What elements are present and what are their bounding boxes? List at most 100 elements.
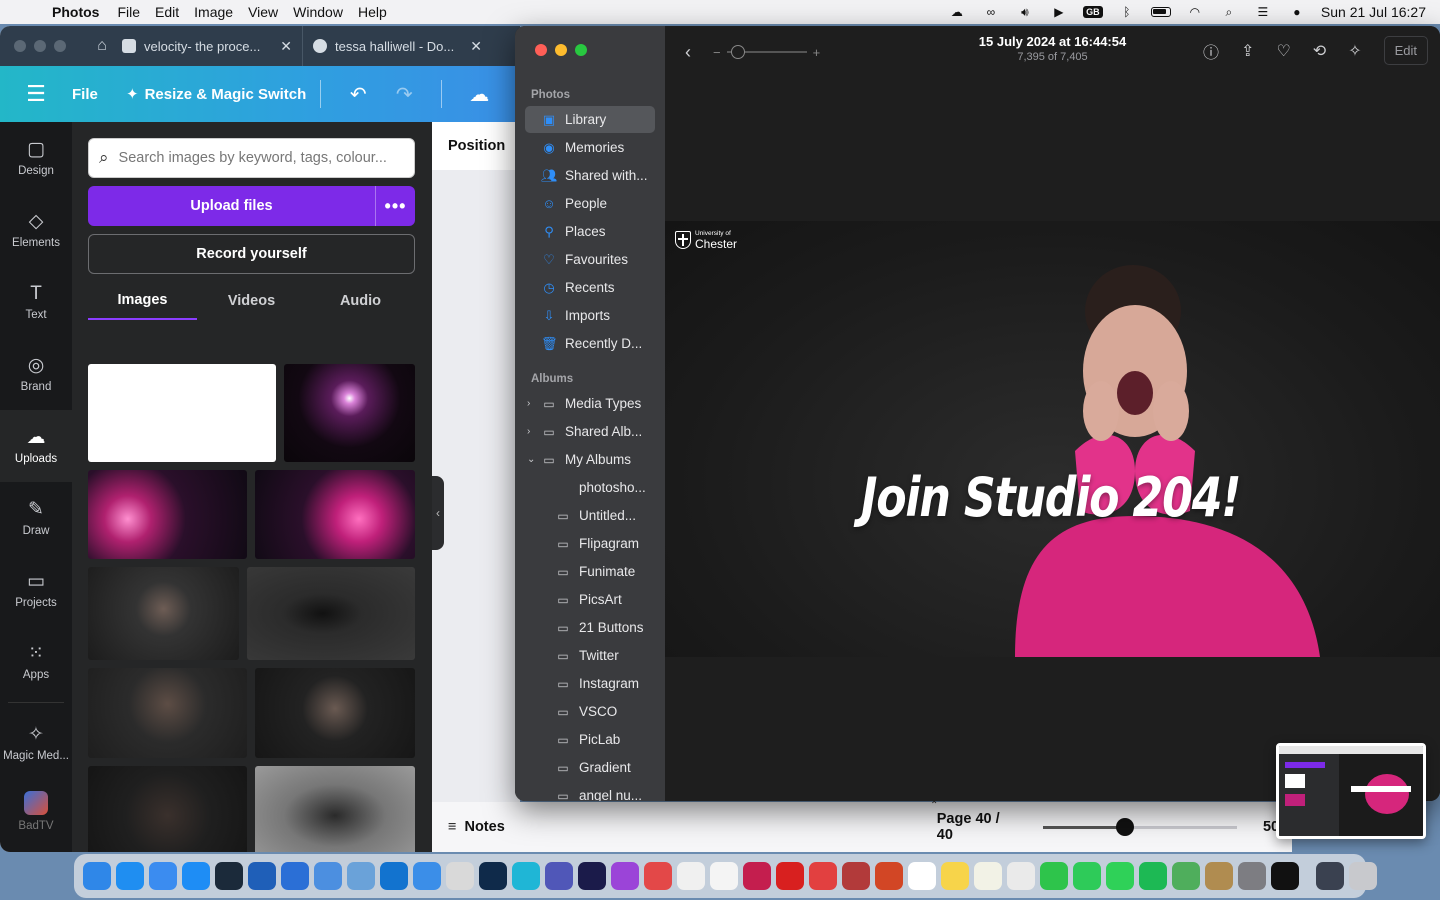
- maps-icon[interactable]: [1171, 862, 1200, 890]
- redo-icon[interactable]: ↷: [381, 82, 427, 107]
- album-item[interactable]: ▭ VSCO: [525, 698, 655, 725]
- vpn-icon[interactable]: [412, 862, 441, 890]
- files-icon[interactable]: [313, 862, 342, 890]
- album-item[interactable]: ▭ angel nu...: [525, 782, 655, 801]
- edit-button[interactable]: Edit: [1383, 36, 1428, 65]
- acrobat-icon[interactable]: [775, 862, 804, 890]
- creative-cloud-icon[interactable]: [643, 862, 672, 890]
- icloud-icon[interactable]: ☁: [947, 4, 967, 20]
- upload-thumbnail[interactable]: [284, 364, 415, 462]
- undo-icon[interactable]: ↶: [335, 82, 381, 107]
- canva-icon[interactable]: [511, 862, 540, 890]
- tab-videos[interactable]: Videos: [197, 282, 306, 320]
- word-icon[interactable]: [247, 862, 276, 890]
- rail-apps[interactable]: ⁙ Apps: [0, 626, 72, 698]
- app-store-icon[interactable]: [181, 862, 210, 890]
- cloud-save-icon[interactable]: ☁: [456, 82, 502, 107]
- capcut-icon[interactable]: [1270, 862, 1299, 890]
- menu-image[interactable]: Image: [194, 4, 248, 20]
- notes-icon[interactable]: [940, 862, 969, 890]
- menu-view[interactable]: View: [248, 4, 293, 20]
- calendar-icon[interactable]: [907, 862, 936, 890]
- pencil-app-icon[interactable]: [445, 862, 474, 890]
- rail-draw[interactable]: ✎ Draw: [0, 482, 72, 554]
- collapse-panel-icon[interactable]: ‹: [432, 476, 444, 550]
- outlook-icon[interactable]: [379, 862, 408, 890]
- battery-icon[interactable]: [1150, 4, 1171, 20]
- photo-image[interactable]: University of Chester Join Studio 204!: [665, 221, 1440, 657]
- window-minimize-button[interactable]: [34, 40, 46, 52]
- main-menu-icon[interactable]: ☰: [0, 81, 72, 107]
- album-item[interactable]: ▭ Funimate: [525, 558, 655, 585]
- album-item[interactable]: ▭ 21 Buttons: [525, 614, 655, 641]
- bluetooth-icon[interactable]: ᛒ: [1117, 4, 1137, 20]
- indesign-icon[interactable]: [742, 862, 771, 890]
- rail-brand[interactable]: ◎ Brand: [0, 338, 72, 410]
- podcasts-icon[interactable]: [610, 862, 639, 890]
- upload-thumbnail[interactable]: [88, 470, 247, 559]
- info-icon[interactable]: ⓘ: [1203, 39, 1219, 63]
- album-item[interactable]: ▭ Untitled...: [525, 502, 655, 529]
- sidebar-item-recently-deleted[interactable]: 🗑︎ Recently D...: [525, 330, 655, 357]
- album-item[interactable]: ▭ Flipagram: [525, 530, 655, 557]
- close-tab-icon[interactable]: ✕: [280, 38, 292, 55]
- share-icon[interactable]: ⇪: [1241, 41, 1254, 61]
- window-close-button[interactable]: [535, 44, 547, 56]
- upload-thumbnail[interactable]: [255, 766, 415, 852]
- sidebar-item-people[interactable]: ☺ People: [525, 190, 655, 217]
- browser-tab[interactable]: velocity- the proce... ✕: [112, 26, 302, 66]
- after-effects-icon[interactable]: [577, 862, 606, 890]
- album-item[interactable]: ▭ Instagram: [525, 670, 655, 697]
- archive-icon[interactable]: [1204, 862, 1233, 890]
- trash-icon[interactable]: [1348, 862, 1377, 890]
- menu-window[interactable]: Window: [293, 4, 358, 20]
- tab-images[interactable]: Images: [88, 282, 197, 320]
- rail-projects[interactable]: ▭ Projects: [0, 554, 72, 626]
- now-playing-icon[interactable]: ▶︎: [1049, 4, 1069, 20]
- sidebar-item-places[interactable]: ⚲ Places: [525, 218, 655, 245]
- spark-icon[interactable]: [808, 862, 837, 890]
- whatsapp-icon[interactable]: [1072, 862, 1101, 890]
- safari-icon[interactable]: [115, 862, 144, 890]
- stickies-icon[interactable]: [973, 862, 1002, 890]
- photos-icon[interactable]: [676, 862, 705, 890]
- creative-cloud-icon[interactable]: ∞: [981, 4, 1001, 20]
- chevron-up-icon[interactable]: ⌃: [930, 800, 938, 811]
- messages-icon[interactable]: [1105, 862, 1134, 890]
- upload-thumbnail[interactable]: [255, 470, 415, 559]
- zoom-out-icon[interactable]: −: [713, 45, 721, 60]
- window-zoom-button[interactable]: [54, 40, 66, 52]
- upload-thumbnail[interactable]: [88, 567, 239, 660]
- album-item[interactable]: ▭ Gradient: [525, 754, 655, 781]
- rail-magic-media[interactable]: ✧ Magic Med...: [0, 707, 72, 779]
- chevron-right-icon[interactable]: ›: [527, 426, 537, 437]
- upload-files-button[interactable]: Upload files •••: [88, 186, 415, 226]
- sidebar-item-shared-albums[interactable]: › ▭ Shared Alb...: [525, 418, 655, 445]
- sidebar-item-recents[interactable]: ◷ Recents: [525, 274, 655, 301]
- zoom-control[interactable]: − +: [713, 45, 820, 60]
- powerpoint-icon[interactable]: [874, 862, 903, 890]
- mail-icon[interactable]: [148, 862, 177, 890]
- screenshot-preview[interactable]: [1276, 743, 1426, 839]
- notes-button[interactable]: ≡ Notes: [448, 819, 505, 835]
- rail-elements[interactable]: ◇ Elements: [0, 194, 72, 266]
- reminders-icon[interactable]: [709, 862, 738, 890]
- upload-thumbnail[interactable]: [88, 364, 276, 462]
- album-item[interactable]: photosho...: [525, 474, 655, 501]
- rail-text[interactable]: T Text: [0, 266, 72, 338]
- zoom-slider-knob[interactable]: [1115, 817, 1134, 836]
- window-zoom-button[interactable]: [575, 44, 587, 56]
- menu-help[interactable]: Help: [358, 4, 402, 20]
- facetime-icon[interactable]: [1039, 862, 1068, 890]
- upload-thumbnail[interactable]: [88, 766, 247, 852]
- album-item[interactable]: ▭ PicsArt: [525, 586, 655, 613]
- window-close-button[interactable]: [14, 40, 26, 52]
- rail-uploads[interactable]: ☁ Uploads: [0, 410, 72, 482]
- rail-badtv[interactable]: BadTV: [0, 779, 72, 843]
- sidebar-item-memories[interactable]: ◉ Memories: [525, 134, 655, 161]
- page-indicator[interactable]: Page 40 / 40: [937, 811, 1017, 843]
- back-icon[interactable]: ‹: [685, 42, 691, 63]
- upload-thumbnail[interactable]: [255, 668, 415, 758]
- file-menu-button[interactable]: File: [72, 86, 122, 103]
- resize-magic-switch-button[interactable]: ✦ Resize & Magic Switch: [126, 85, 306, 104]
